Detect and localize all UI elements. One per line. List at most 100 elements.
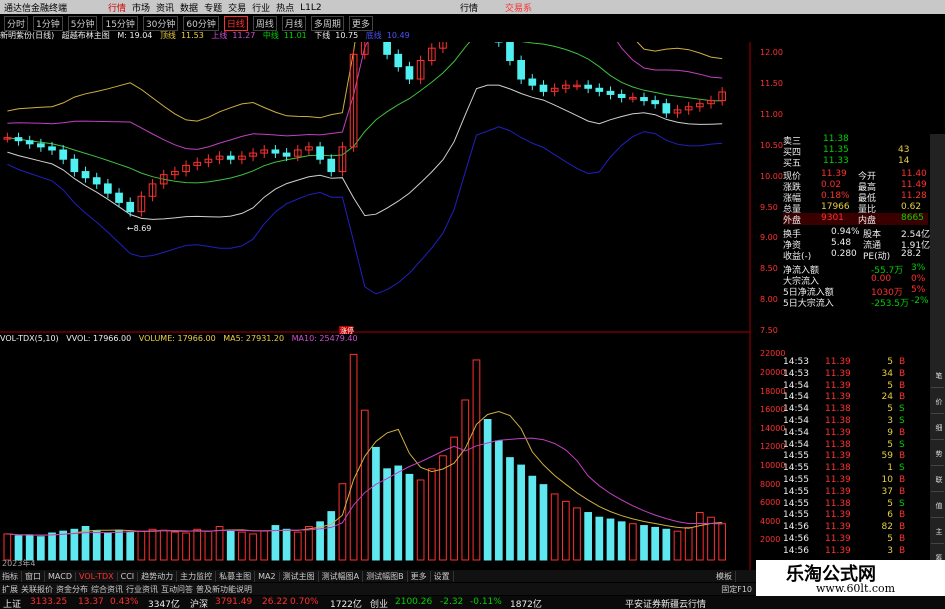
menu-item-2[interactable]: 资讯 — [156, 1, 174, 14]
indicator-tab[interactable]: 测试幅图B — [366, 570, 408, 582]
tick-trade-row[interactable]: 14:56 11.39 5 B — [783, 534, 913, 545]
price-tick: 11.50 — [760, 79, 783, 89]
sz-index-value: 3791.49 — [215, 597, 253, 607]
extension-tab[interactable]: 普及新功能说明 — [196, 584, 252, 595]
mid-line-value: 11.01 — [283, 31, 307, 40]
candle — [226, 155, 235, 160]
trade-side: B — [899, 475, 906, 485]
tick-trade-row[interactable]: 14:55 11.39 59 B — [783, 451, 913, 462]
volume-indicator-name[interactable]: VOL-TDX(5,10) — [0, 334, 59, 343]
indicator-tab[interactable]: MACD — [48, 571, 76, 581]
fixed-f10-tab[interactable]: 固定F10 — [721, 584, 752, 595]
indicator-tab[interactable]: 私募主图 — [219, 570, 256, 582]
menu-item-4[interactable]: 专题 — [204, 1, 222, 14]
fund-flow-row[interactable]: 5日大宗流入 -253.5万 -2% — [783, 296, 929, 309]
menu-item-0[interactable]: 行情 — [108, 1, 126, 14]
tick-trade-row[interactable]: 14:54 11.39 24 B — [783, 392, 913, 403]
trade-volume: 5 — [887, 534, 893, 544]
tick-trade-row[interactable]: 14:54 11.38 5 S — [783, 404, 913, 415]
menu-item-3[interactable]: 数据 — [180, 1, 198, 14]
volume-bar — [617, 521, 626, 561]
side-tab[interactable]: 价 — [931, 390, 944, 414]
extension-tab[interactable]: 资金分布 — [56, 584, 88, 595]
volume-bar — [584, 512, 593, 561]
tick-trade-row[interactable]: 14:54 11.39 5 B — [783, 381, 913, 392]
indicator-name[interactable]: 超越布林主图 — [62, 31, 110, 40]
indicator-tab[interactable]: 趋势动力 — [141, 570, 178, 582]
stat-value: 0.18% — [821, 191, 850, 201]
tick-trade-row[interactable]: 14:53 11.39 34 B — [783, 369, 913, 380]
trade-volume: 6 — [887, 510, 893, 521]
indicator-tab[interactable]: 指标 — [2, 570, 22, 582]
period-10[interactable]: 更多 — [348, 15, 373, 31]
indicator-tab[interactable]: MA2 — [258, 571, 280, 581]
period-7[interactable]: 周线 — [252, 15, 277, 31]
side-tab[interactable]: 笔 — [931, 364, 944, 388]
date-label: 2023年4 — [2, 558, 35, 568]
tick-trade-row[interactable]: 14:54 11.38 5 S — [783, 440, 913, 451]
extension-tab[interactable]: 互动问答 — [161, 584, 193, 595]
menu-item-1[interactable]: 市场 — [132, 1, 150, 14]
tick-trade-row[interactable]: 14:53 11.39 5 B — [783, 357, 913, 368]
indicator-tab[interactable]: 窗口 — [25, 570, 45, 582]
tick-trade-row[interactable]: 14:55 11.39 6 B — [783, 510, 913, 521]
period-2[interactable]: 5分钟 — [67, 15, 98, 31]
period-1[interactable]: 1分钟 — [33, 15, 63, 31]
tick-trade-row[interactable]: 14:55 11.38 5 S — [783, 499, 913, 510]
sh-index-name[interactable]: 上证 — [3, 597, 21, 609]
trade-price: 11.38 — [825, 416, 851, 426]
main-menu: 行情 市场 资讯 数据 专题 交易 行业 热点 L1L2 — [90, 1, 490, 15]
tick-trade-row[interactable]: 14:55 11.38 1 S — [783, 463, 913, 474]
trade-volume: 9 — [887, 427, 893, 438]
template-tab[interactable]: 模板 — [716, 570, 736, 582]
extension-tab[interactable]: 扩展 — [2, 584, 18, 595]
extension-tab[interactable]: 行业资讯 — [126, 584, 158, 595]
period-8[interactable]: 月线 — [281, 15, 306, 31]
volume-header: VOL-TDX(5,10) VVOL: 17966.00 VOLUME: 179… — [0, 334, 750, 346]
trade-side: B — [899, 510, 906, 521]
tick-trade-row[interactable]: 14:56 11.39 3 B — [783, 546, 913, 557]
indicator-tab[interactable]: 设置 — [434, 570, 454, 582]
tick-trade-row[interactable]: 14:54 11.39 9 B — [783, 428, 913, 439]
price-volume-chart[interactable]: ↑14.07←8.69涨停2023年4 — [0, 42, 752, 570]
menu-item-5[interactable]: 交易 — [228, 1, 246, 14]
side-tab[interactable]: 主 — [931, 520, 944, 544]
side-tab[interactable]: 势 — [931, 442, 944, 466]
side-tab[interactable]: 值 — [931, 494, 944, 518]
period-4[interactable]: 30分钟 — [142, 15, 179, 31]
extension-tab[interactable]: 关联报价 — [21, 584, 53, 595]
trade-price: 11.39 — [825, 522, 851, 533]
stock-name[interactable]: 新明紫份(日线) — [0, 31, 54, 40]
trade-system-link[interactable]: 交易系 — [505, 1, 532, 14]
tick-trade-row[interactable]: 14:55 11.39 10 B — [783, 475, 913, 486]
menu-item-6[interactable]: 行业 — [252, 1, 270, 14]
broker-name: 平安证券新疆云行情 — [625, 600, 707, 609]
side-tab[interactable]: 联 — [931, 468, 944, 492]
period-0[interactable]: 分时 — [4, 15, 29, 31]
tick-trade-row[interactable]: 14:56 11.39 82 B — [783, 522, 913, 533]
indicator-tab[interactable]: VOL-TDX — [79, 571, 118, 581]
indicator-tab[interactable]: 主力监控 — [180, 570, 217, 582]
menu-item-7[interactable]: 热点 — [276, 1, 294, 14]
indicator-tab[interactable]: CCI — [121, 571, 139, 581]
cy-index-amount: 1872亿 — [510, 600, 542, 609]
period-9[interactable]: 多周期 — [310, 15, 344, 31]
indicator-tab[interactable]: 更多 — [411, 570, 431, 582]
menu-item-8[interactable]: L1L2 — [300, 3, 321, 13]
indicator-tab[interactable]: 测试幅图A — [322, 570, 364, 582]
trade-volume: 3 — [887, 545, 893, 556]
tick-trade-row[interactable]: 14:54 11.38 3 S — [783, 416, 913, 427]
sz-index-name[interactable]: 沪深 — [190, 597, 208, 609]
tick-trade-row[interactable]: 14:55 11.39 37 B — [783, 487, 913, 498]
candle — [405, 66, 414, 80]
period-6[interactable]: 日线 — [223, 15, 248, 31]
stat-value-2: 0.62 — [901, 202, 922, 212]
indicator-tab[interactable]: 测试主图 — [283, 570, 319, 582]
period-3[interactable]: 15分钟 — [102, 15, 138, 31]
cy-index-name[interactable]: 创业 — [370, 597, 388, 609]
side-tab[interactable]: 细 — [931, 416, 944, 440]
volume-bar — [126, 531, 135, 561]
candle — [506, 42, 514, 62]
period-5[interactable]: 60分钟 — [183, 15, 219, 31]
extension-tab[interactable]: 综合资讯 — [91, 584, 123, 595]
